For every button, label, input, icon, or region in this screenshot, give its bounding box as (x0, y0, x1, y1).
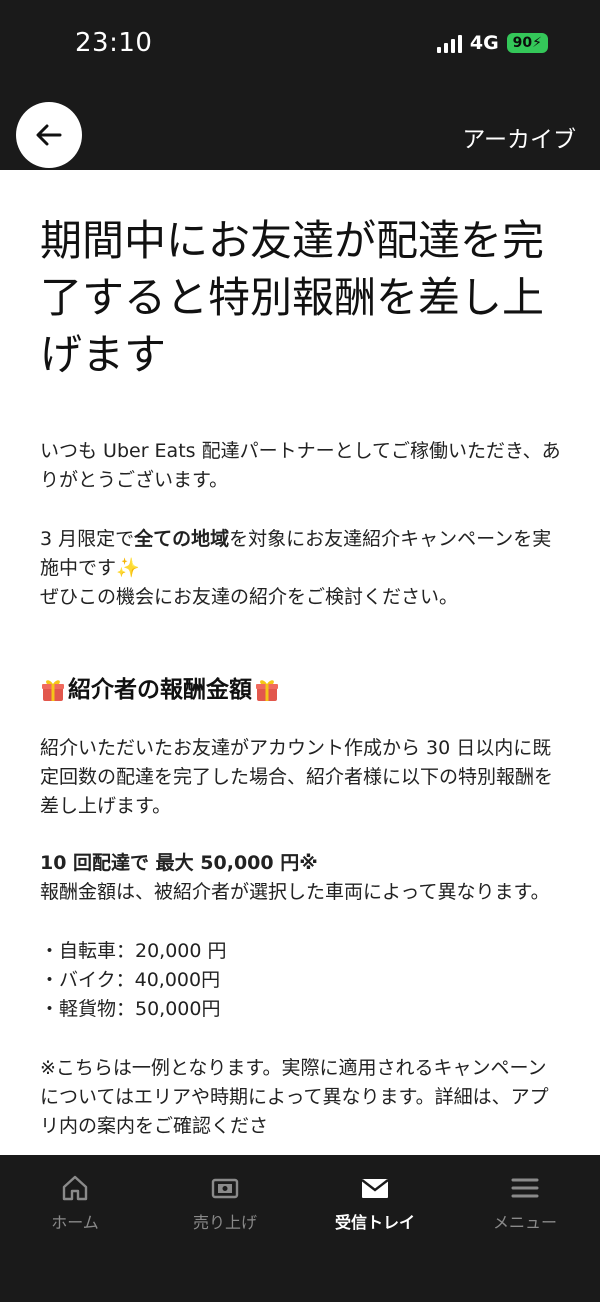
tab-earnings[interactable]: 売り上げ (150, 1173, 300, 1233)
list-item: ・自転車：20,000 円 (40, 940, 227, 962)
max-reward: 10 回配達で 最大 50,000 円※ (40, 852, 318, 874)
tab-home[interactable]: ホーム (0, 1173, 150, 1233)
vehicle-note: 報酬金額は、被紹介者が選択した車両によって異なります。 (40, 881, 550, 903)
campaign-text-bold: 全ての地域 (134, 528, 230, 550)
home-icon (62, 1175, 88, 1201)
status-bar: 23:10 4G 90⚡ (0, 0, 600, 90)
signal-icon (436, 33, 462, 53)
campaign-text-line2: ぜひこの機会にお友達の紹介をご検討ください。 (40, 586, 459, 608)
reward-details: 10 回配達で 最大 50,000 円※ 報酬金額は、被紹介者が選択した車両によっ… (40, 849, 565, 907)
back-button[interactable] (16, 102, 82, 168)
battery-icon: 90⚡ (506, 33, 548, 53)
status-time: 23:10 (75, 28, 153, 58)
bottom-tab-bar: ホーム 売り上げ 受信トレイ メニュー (0, 1155, 600, 1302)
campaign-text-pre: 3 月限定で (40, 528, 135, 550)
status-indicators: 4G 90⚡ (436, 32, 548, 54)
tab-menu-label: メニュー (492, 1213, 557, 1232)
network-type: 4G (469, 32, 499, 54)
reward-list: ・自転車：20,000 円 ・バイク：40,000円 ・軽貨物：50,000円 (40, 937, 565, 1024)
reward-description: 紹介いただいたお友達がアカウント作成から 30 日以内に既定回数の配達を完了した… (40, 737, 554, 817)
sparkles-icon: ✨ (116, 557, 140, 579)
section-heading-text: 紹介者の報酬金額 (68, 677, 252, 703)
top-nav-bar: アーカイブ (0, 90, 600, 170)
list-item: ・軽貨物：50,000円 (40, 998, 221, 1020)
intro-text: いつも Uber Eats 配達パートナーとしてご稼働いただき、ありがとうござい… (40, 440, 561, 491)
article-content: 期間中にお友達が配達を完了すると特別報酬を差し上げます いつも Uber Eat… (40, 170, 565, 1155)
tab-earnings-label: 売り上げ (192, 1213, 257, 1232)
archive-button[interactable]: アーカイブ (462, 120, 576, 154)
campaign-text: 3 月限定で全ての地域を対象にお友達紹介キャンペーンを実施中です✨ ぜひこの機会に… (40, 525, 565, 612)
gift-icon (256, 680, 278, 701)
tab-inbox-label: 受信トレイ (334, 1213, 415, 1232)
page-title: 期間中にお友達が配達を完了すると特別報酬を差し上げます (40, 216, 545, 379)
tab-home-label: ホーム (51, 1213, 99, 1232)
section-heading: 紹介者の報酬金額 (40, 674, 565, 706)
battery-level: 90 (512, 35, 533, 51)
arrow-left-icon (36, 124, 62, 146)
tab-menu[interactable]: メニュー (450, 1173, 600, 1233)
mail-icon (361, 1179, 389, 1198)
disclaimer-text: ※こちらは一例となります。実際に適用されるキャンペーンについてはエリアや時期によ… (40, 1057, 549, 1137)
earnings-icon (211, 1178, 239, 1199)
list-item: ・バイク：40,000円 (40, 969, 221, 991)
gift-icon (42, 680, 64, 701)
menu-icon (511, 1178, 539, 1198)
tab-inbox[interactable]: 受信トレイ (300, 1173, 450, 1233)
